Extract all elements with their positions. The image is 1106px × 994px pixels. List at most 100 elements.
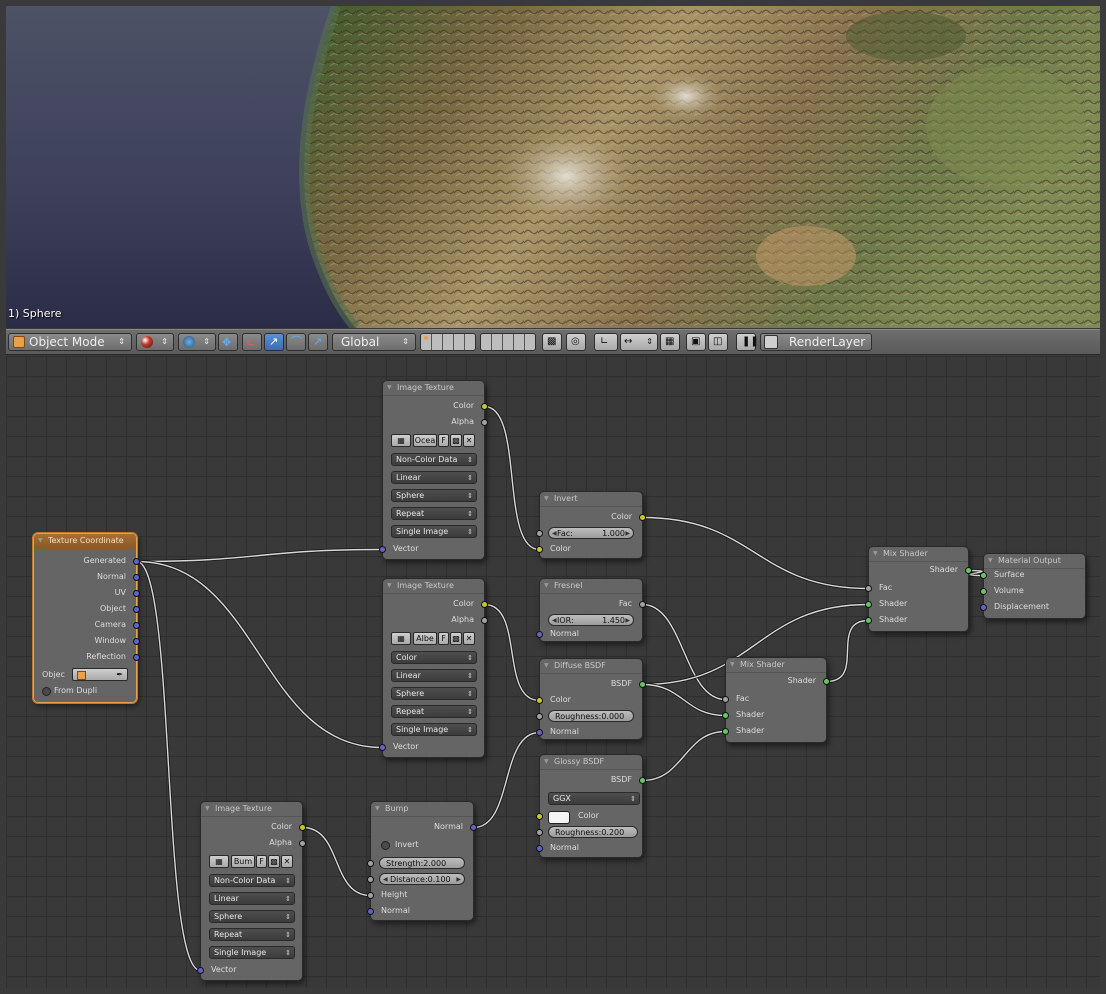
fac-field[interactable]: ◀ Fac: 1.000 ▶ [548,527,634,539]
roughness-field[interactable]: Roughness:0.000 [548,710,634,722]
source-select[interactable]: Single Image ⇕ [391,525,477,538]
sync-button[interactable]: ❚❚ [736,333,759,351]
material-output-node[interactable]: Material Output Surface Volume Displacem… [980,553,1086,619]
image-selector[interactable]: ▦ Bum F ▩ ✕ [209,855,295,868]
viewport-shading-select[interactable]: ⇕ [136,333,174,351]
from-dupli-checkbox[interactable] [42,687,51,696]
socket-window-out[interactable] [133,638,140,645]
open-image-icon[interactable]: ▩ [450,632,462,645]
extension-select[interactable]: Repeat ⇕ [391,507,477,520]
projection-select[interactable]: Sphere ⇕ [209,910,295,923]
render-button[interactable]: ▣ [686,333,706,351]
layers-group-2[interactable] [480,333,536,351]
socket-color-out[interactable] [481,601,488,608]
socket-color-out[interactable] [639,514,646,521]
bump-node[interactable]: Bump Normal Invert Strength:2.000 ◀Dista… [367,801,477,921]
snap-element-select[interactable]: ↔ ⇕ [620,333,658,351]
socket-shader-in-2[interactable] [865,617,872,624]
socket-alpha-out[interactable] [481,617,488,624]
socket-roughness-in[interactable] [536,713,543,720]
image-texture-node-ocean[interactable]: Image Texture Color Alpha ▦ Ocea F ▩ ✕ N… [379,380,488,560]
socket-fac-out[interactable] [639,601,646,608]
glossy-bsdf-node[interactable]: Glossy BSDF BSDF GGX⇕ Color Roughness:0.… [536,754,646,858]
node-title[interactable]: Texture Coordinate [34,534,136,549]
socket-alpha-out[interactable] [299,840,306,847]
socket-shader-in-1[interactable] [865,601,872,608]
close-icon[interactable]: ✕ [281,855,293,868]
socket-height-in[interactable] [367,892,374,899]
mix-shader-node[interactable]: Mix Shader Shader Fac Shader Shader [722,657,830,743]
fresnel-node[interactable]: Fresnel Fac ◀IOR:1.450▶ Normal [536,578,646,642]
interpolation-select[interactable]: Linear ⇕ [391,669,477,682]
object-field[interactable]: ✒ [72,668,128,681]
socket-color-in[interactable] [536,813,543,820]
layers-group-1[interactable] [420,333,476,351]
render-animation-button[interactable]: ◫ [708,333,728,351]
manipulator-toggle[interactable]: ✥ [218,333,238,351]
node-title[interactable]: Fresnel [540,579,642,594]
socket-uv-out[interactable] [133,590,140,597]
orientation-select[interactable]: Global ⇕ [332,333,416,351]
socket-shader-in-1[interactable] [722,712,729,719]
socket-distance-in[interactable] [367,876,374,883]
socket-bsdf-out[interactable] [639,777,646,784]
node-title[interactable]: Glossy BSDF [540,755,642,770]
invert-node[interactable]: Invert Color ◀Fac:1.000▶ Color [536,491,646,559]
open-image-icon[interactable]: ▩ [450,434,462,447]
image-name[interactable]: Ocea [413,434,437,447]
socket-color-in[interactable] [536,697,543,704]
socket-alpha-out[interactable] [481,419,488,426]
image-texture-node-albedo[interactable]: Image Texture Color Alpha ▦ Albe F ▩ ✕ C… [379,578,488,758]
socket-color-out[interactable] [481,403,488,410]
socket-normal-in[interactable] [536,845,543,852]
extension-select[interactable]: Repeat ⇕ [391,705,477,718]
extension-select[interactable]: Repeat ⇕ [209,928,295,941]
fake-user-toggle[interactable]: F [438,434,449,447]
render-layer-select[interactable]: RenderLayer [760,333,872,351]
mix-shader-node-final[interactable]: Mix Shader Shader Fac Shader Shader [865,546,972,632]
socket-shader-out[interactable] [965,567,972,574]
strength-field[interactable]: Strength:2.000 [379,857,465,869]
translate-button[interactable]: ∟ [242,333,262,351]
socket-generated-out[interactable] [133,558,140,565]
image-browse-icon[interactable]: ▦ [391,434,411,447]
3d-viewport[interactable]: 1) Sphere [6,6,1100,328]
proportional-edit-button[interactable]: ◎ [566,333,586,351]
ior-field[interactable]: ◀ IOR: 1.450 ▶ [548,614,634,626]
socket-vector-in[interactable] [197,967,204,974]
color-space-select[interactable]: Non-Color Data ⇕ [209,874,295,887]
node-title[interactable]: Material Output [984,554,1085,569]
image-selector[interactable]: ▦ Ocea F ▩ ✕ [391,434,477,447]
roughness-field[interactable]: Roughness:0.200 [548,826,638,838]
image-browse-icon[interactable]: ▦ [391,632,411,645]
socket-normal-in[interactable] [367,908,374,915]
socket-surface-in[interactable] [980,572,987,579]
pivot-select[interactable]: ⇕ [178,333,216,351]
snap-target-button[interactable]: ▦ [660,333,680,351]
image-texture-node-bump[interactable]: Image Texture Color Alpha ▦ Bum F ▩ ✕ No… [197,801,306,981]
distribution-select[interactable]: GGX ⇕ [548,792,640,805]
source-select[interactable]: Single Image ⇕ [209,946,295,959]
rotate-button[interactable]: ↗ [264,333,284,351]
socket-color-in[interactable] [536,546,543,553]
node-title[interactable]: Image Texture [383,381,484,396]
image-browse-icon[interactable]: ▦ [209,855,229,868]
color-swatch[interactable] [548,811,570,824]
socket-vector-in[interactable] [379,546,386,553]
close-icon[interactable]: ✕ [463,434,475,447]
socket-fac-in[interactable] [865,585,872,592]
socket-color-out[interactable] [299,824,306,831]
distance-field[interactable]: ◀ Distance:0.100 ▶ [379,873,465,885]
socket-fac-in[interactable] [722,696,729,703]
scale-button[interactable]: ↗ [308,333,328,351]
socket-normal-out[interactable] [470,824,477,831]
snap-toggle[interactable]: ∟ [594,333,618,351]
lock-layers-button[interactable]: ▩ [542,333,562,351]
socket-normal-out[interactable] [133,574,140,581]
socket-camera-out[interactable] [133,622,140,629]
socket-reflection-out[interactable] [133,654,140,661]
close-icon[interactable]: ✕ [463,632,475,645]
socket-object-out[interactable] [133,606,140,613]
fake-user-toggle[interactable]: F [256,855,267,868]
node-title[interactable]: Mix Shader [726,658,826,673]
